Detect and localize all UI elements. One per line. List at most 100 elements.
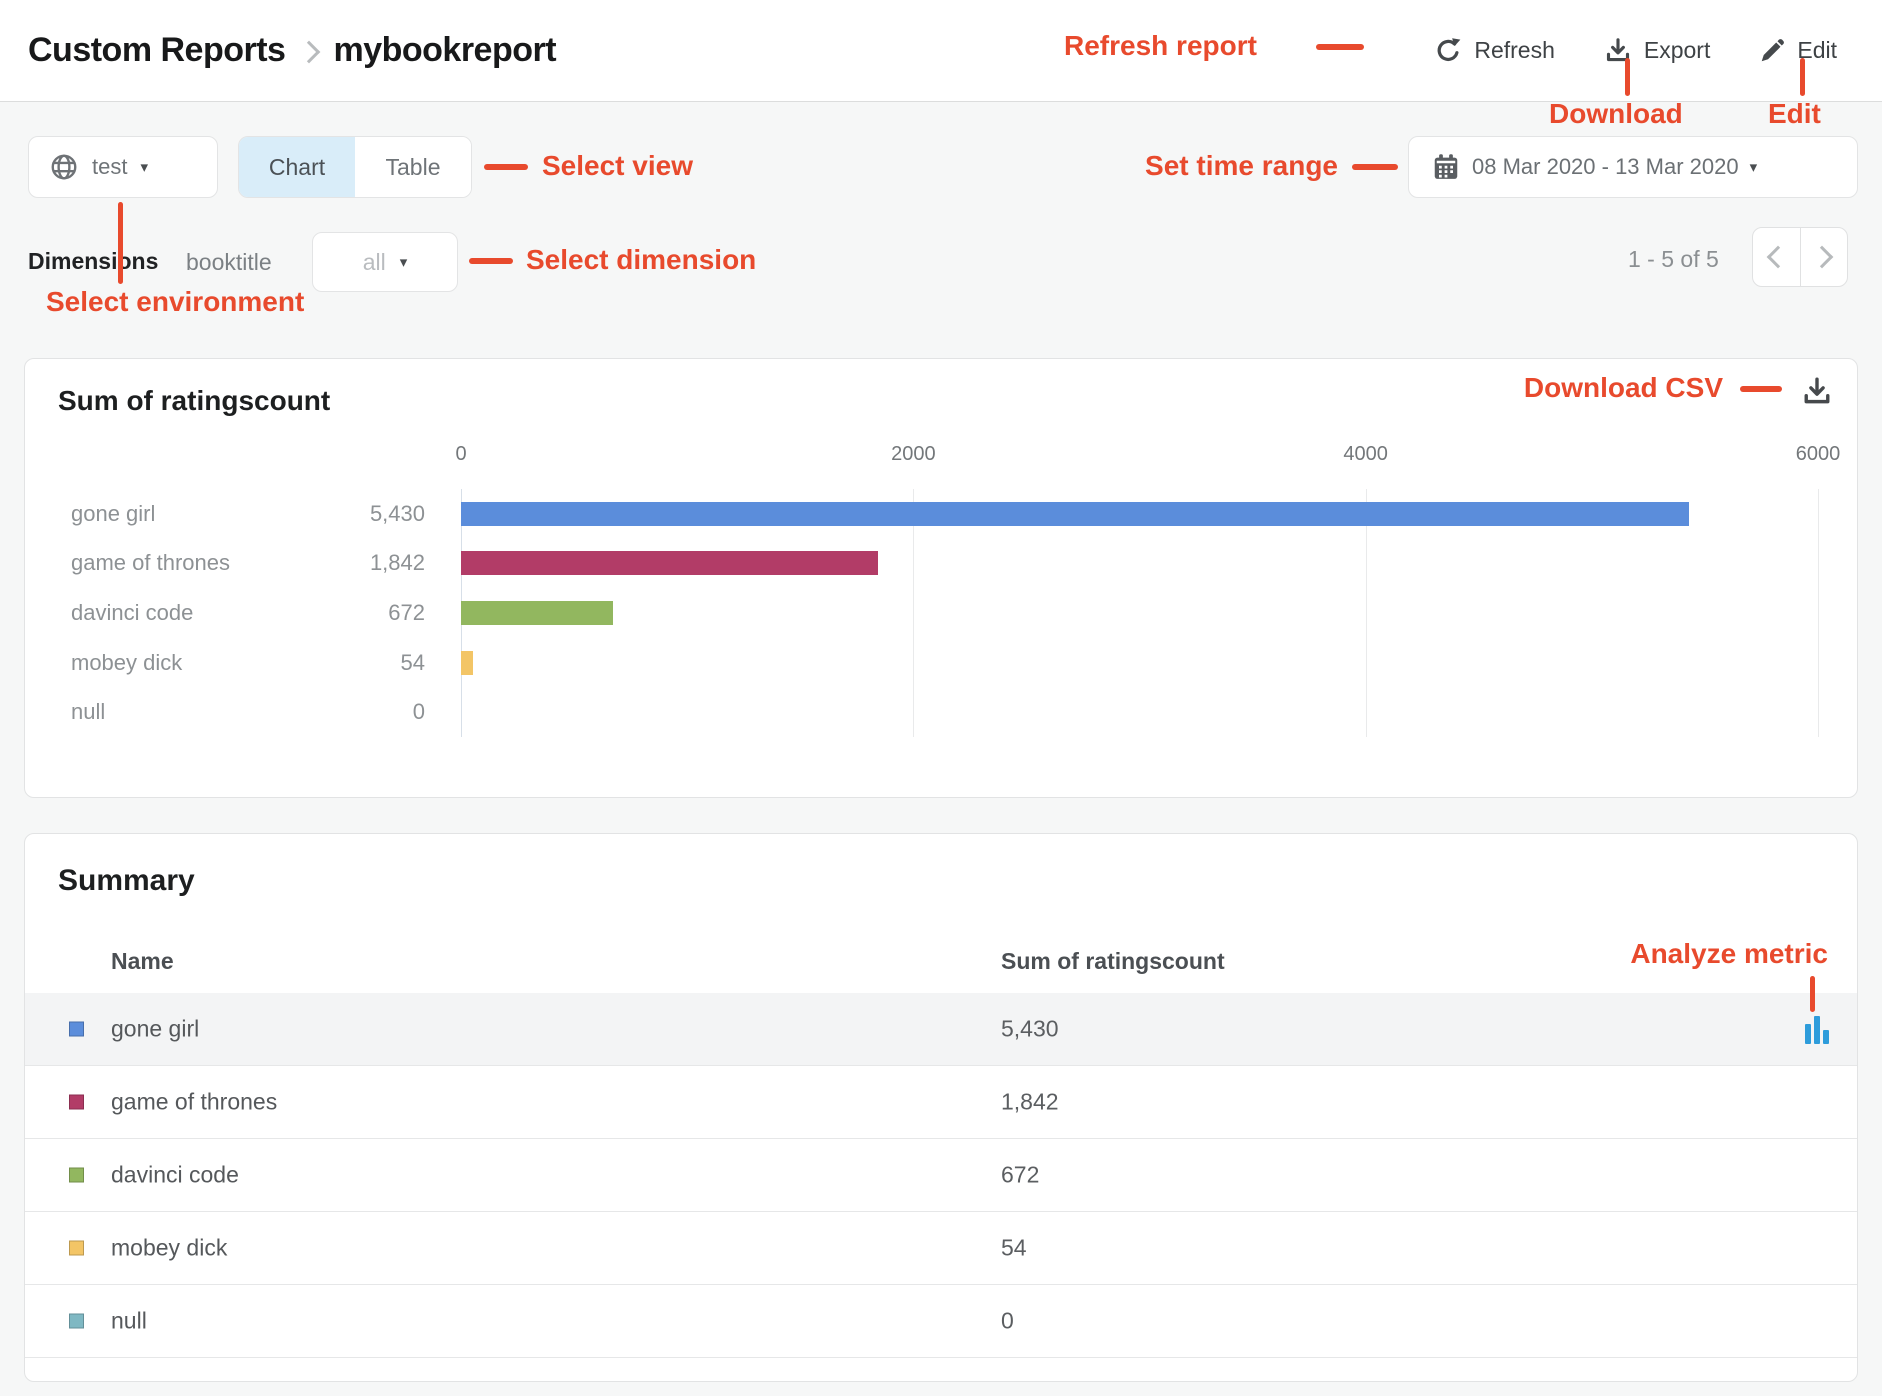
annotation-download: Download [1549,98,1683,130]
summary-card: Summary Name Sum of ratingscount gone gi… [24,833,1858,1382]
previous-page-button[interactable] [1753,228,1800,286]
download-csv-button[interactable] [1800,375,1834,414]
annotation-line [1316,44,1364,50]
dimension-filter-value: all [363,249,386,276]
legend-swatch [69,1168,84,1183]
calendar-icon [1431,152,1461,182]
analyze-metric-button[interactable] [1805,1014,1829,1044]
chevron-right-icon [1810,246,1833,269]
bar-chart-icon [1823,1030,1829,1044]
grid-line [1818,489,1819,737]
chart-plot-cell [461,687,1818,737]
legend-swatch [69,1241,84,1256]
table-row[interactable]: game of thrones1,842 [25,1066,1857,1139]
annotation-select-dimension: Select dimension [526,244,756,276]
row-name: game of thrones [111,1089,277,1116]
row-value: 5,430 [1001,1016,1059,1043]
table-body: gone girl5,430game of thrones1,842davinc… [25,993,1857,1358]
annotation-analyze-metric: Analyze metric [1630,938,1828,970]
page: Custom Reports mybookreport Refresh Expo… [0,0,1882,1396]
download-icon [1800,375,1834,409]
refresh-label: Refresh [1474,37,1555,64]
chart-row-value: 1,842 [339,550,425,576]
header-actions: Refresh Export Edit [1433,0,1837,101]
top-bar: Custom Reports mybookreport Refresh Expo… [0,0,1882,102]
chart-rows: gone girl5,430game of thrones1,842davinc… [25,489,1818,737]
chart-plot-cell [461,489,1818,539]
caret-down-icon: ▾ [400,255,408,270]
legend-swatch [69,1314,84,1329]
chart-plot-cell [461,638,1818,688]
chart-row: mobey dick54 [25,638,1818,688]
chart-bar [461,502,1689,526]
dimension-filter-select[interactable]: all ▾ [312,232,458,292]
chart-bar [461,601,613,625]
tab-chart[interactable]: Chart [239,137,355,197]
column-header-value: Sum of ratingscount [1001,948,1225,975]
chart-row-label: game of thrones [25,550,339,576]
column-header-name: Name [111,948,174,975]
chart-row-value: 5,430 [339,501,425,527]
annotation-line [1740,386,1782,392]
table-row[interactable]: davinci code 672 [25,1139,1857,1212]
chart-bar [461,551,878,575]
export-label: Export [1644,37,1710,64]
chart-row-label: gone girl [25,501,339,527]
next-page-button[interactable] [1800,228,1848,286]
breadcrumb-report-name: mybookreport [333,31,556,70]
row-value: 0 [1001,1308,1014,1335]
row-value: 54 [1001,1235,1027,1262]
refresh-icon [1433,36,1463,66]
export-button[interactable]: Export [1603,36,1710,66]
pagination-controls [1752,227,1848,287]
chart-row-label: mobey dick [25,650,339,676]
annotation-line [1625,58,1630,96]
chart-row-value: 54 [339,650,425,676]
dimension-name: booktitle [186,249,272,276]
breadcrumb-custom-reports[interactable]: Custom Reports [28,31,285,70]
chart-row-value: 0 [339,699,425,725]
chart-title: Sum of ratingscount [58,385,330,417]
chart-x-axis: 0200040006000 [461,443,1818,471]
annotation-line [1800,58,1805,96]
legend-swatch [69,1095,84,1110]
annotation-select-environment: Select environment [46,286,304,318]
chart-row: game of thrones1,842 [25,539,1818,589]
dimensions-label: Dimensions [28,248,158,275]
chevron-right-icon [298,40,321,63]
annotation-set-time-range: Set time range [1145,150,1338,182]
axis-tick: 0 [455,443,466,466]
annotation-refresh-report: Refresh report [1064,30,1257,62]
edit-button[interactable]: Edit [1758,37,1837,65]
annotation-line [118,202,123,284]
date-range-picker[interactable]: 08 Mar 2020 - 13 Mar 2020 ▾ [1408,136,1858,198]
chevron-left-icon [1767,246,1790,269]
caret-down-icon: ▾ [1750,160,1758,175]
table-row[interactable]: null 0 [25,1285,1857,1358]
environment-select[interactable]: test ▾ [28,136,218,198]
chart-row-value: 672 [339,600,425,626]
axis-tick: 6000 [1796,443,1841,466]
summary-title: Summary [58,864,195,898]
environment-value: test [92,154,127,180]
refresh-button[interactable]: Refresh [1433,36,1555,66]
view-toggle: Chart Table [238,136,472,198]
table-row[interactable]: gone girl 5,430 [25,993,1857,1066]
table-row[interactable]: mobey dick 54 [25,1212,1857,1285]
row-name: gone girl [111,1016,199,1043]
annotation-line [1352,164,1398,170]
row-name: null [111,1308,147,1335]
globe-icon [49,152,79,182]
pencil-icon [1758,37,1786,65]
annotation-line [469,258,513,264]
annotation-download-csv: Download CSV [1524,372,1723,404]
chart-plot-cell [461,588,1818,638]
pagination-label: 1 - 5 of 5 [1628,246,1719,273]
row-name: davinci code [111,1162,239,1189]
chart-row: davinci code672 [25,588,1818,638]
chart-plot-cell [461,539,1818,589]
row-value: 672 [1001,1162,1039,1189]
tab-table[interactable]: Table [355,137,471,197]
axis-tick: 2000 [891,443,936,466]
row-name: mobey dick [111,1235,227,1262]
